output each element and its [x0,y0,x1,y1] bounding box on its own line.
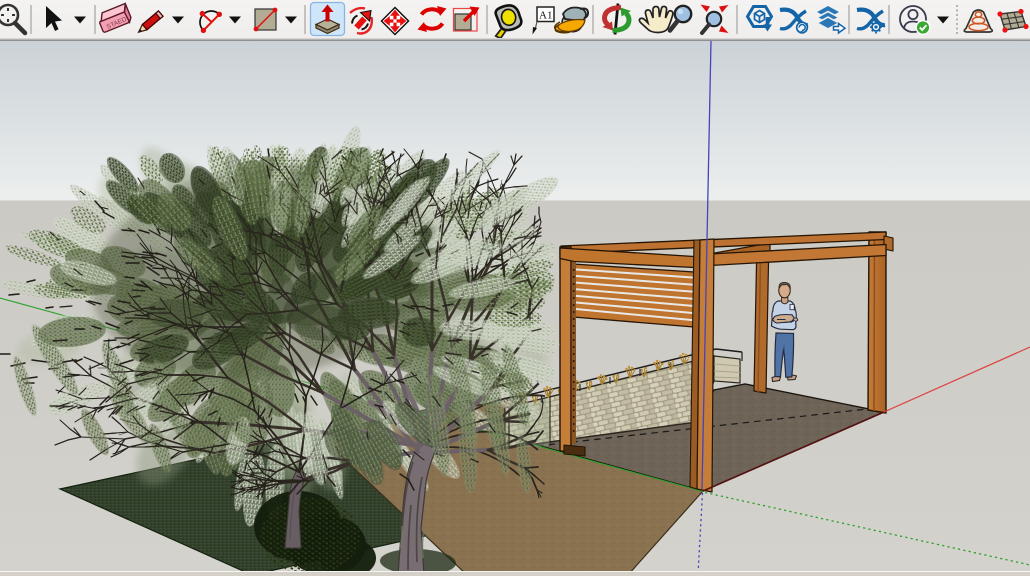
svg-text:A1: A1 [539,10,552,22]
